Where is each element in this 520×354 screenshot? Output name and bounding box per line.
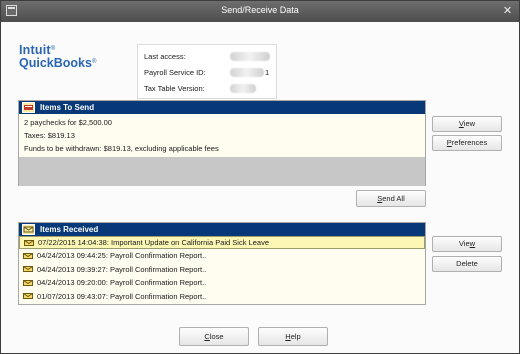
last-access-value bbox=[230, 52, 270, 61]
payroll-service-id-value bbox=[230, 68, 264, 77]
envelope-icon bbox=[23, 279, 33, 286]
items-received-list: 07/22/2015 14:04:38: Important Update on… bbox=[19, 236, 425, 304]
send-line-taxes: Taxes: $819.13 bbox=[24, 131, 75, 140]
account-info-box: Last access: Payroll Service ID: 1 Tax T… bbox=[137, 44, 277, 99]
received-row[interactable]: 04/24/2013 09:44:25: Payroll Confirmatio… bbox=[19, 249, 425, 262]
preferences-button[interactable]: Preferences bbox=[432, 135, 502, 151]
delete-button[interactable]: Delete bbox=[432, 256, 502, 272]
items-to-send-empty-area bbox=[19, 157, 425, 186]
tax-table-version-value bbox=[230, 84, 256, 93]
help-label: elp bbox=[290, 332, 301, 341]
items-to-send-title: Items To Send bbox=[40, 103, 95, 112]
items-received-panel: Items Received 07/22/2015 14:04:38: Impo… bbox=[18, 222, 426, 305]
payroll-service-id-row: Payroll Service ID: 1 bbox=[144, 67, 269, 79]
quickbooks-logo: Intuit® QuickBooks® bbox=[19, 44, 96, 70]
payroll-service-id-label: Payroll Service ID: bbox=[144, 68, 206, 77]
envelope-icon bbox=[23, 252, 33, 259]
envelope-icon bbox=[24, 239, 34, 246]
logo-line-1: Intuit bbox=[19, 43, 51, 57]
received-row-text: 07/22/2015 14:04:38: Important Update on… bbox=[38, 238, 269, 247]
received-row[interactable]: 04/24/2013 09:39:27: Payroll Confirmatio… bbox=[19, 263, 425, 276]
send-receive-window: Send/Receive Data ✕ Intuit® QuickBooks® … bbox=[0, 0, 520, 354]
send-all-label: end All bbox=[382, 194, 405, 203]
items-to-send-header: Items To Send bbox=[19, 101, 425, 114]
send-all-button[interactable]: Send All bbox=[356, 190, 426, 207]
send-line-funds: Funds to be withdrawn: $819.13, excludin… bbox=[24, 144, 219, 153]
received-row-text: 04/24/2013 09:39:27: Payroll Confirmatio… bbox=[37, 264, 207, 274]
view-send-label: iew bbox=[463, 119, 476, 128]
received-row-selected[interactable]: 07/22/2015 14:04:38: Important Update on… bbox=[19, 236, 425, 250]
envelope-icon bbox=[23, 266, 33, 273]
logo-line-2: QuickBooks bbox=[19, 56, 92, 70]
logo-mark-2: ® bbox=[91, 59, 97, 65]
view-send-button[interactable]: View bbox=[432, 116, 502, 132]
received-row[interactable]: 04/24/2013 09:20:00: Payroll Confirmatio… bbox=[19, 276, 425, 289]
outbox-icon bbox=[22, 102, 35, 113]
tax-table-version-label: Tax Table Version: bbox=[144, 84, 205, 93]
title-bar[interactable]: Send/Receive Data ✕ bbox=[1, 1, 519, 22]
last-access-row: Last access: bbox=[144, 51, 270, 63]
envelope-icon bbox=[23, 293, 33, 300]
received-row-text: 01/07/2013 09:43:07: Payroll Confirmatio… bbox=[37, 291, 207, 301]
received-row-text: 04/24/2013 09:20:00: Payroll Confirmatio… bbox=[37, 278, 207, 288]
window-title: Send/Receive Data bbox=[221, 5, 299, 15]
received-row[interactable]: 01/07/2013 09:43:07: Payroll Confirmatio… bbox=[19, 290, 425, 303]
payroll-service-id-suffix: 1 bbox=[265, 68, 270, 77]
last-access-label: Last access: bbox=[144, 52, 186, 61]
view-received-label: Vie bbox=[458, 239, 470, 248]
preferences-label: references bbox=[451, 138, 488, 147]
close-label: lose bbox=[209, 332, 224, 341]
items-to-send-list: 2 paychecks for $2,500.00 Taxes: $819.13… bbox=[19, 114, 425, 157]
inbox-icon bbox=[22, 224, 35, 235]
view-received-accel: w bbox=[469, 239, 476, 248]
send-line-paychecks: 2 paychecks for $2,500.00 bbox=[24, 118, 112, 127]
help-button[interactable]: Help bbox=[258, 327, 328, 346]
view-received-button[interactable]: View bbox=[432, 236, 502, 252]
items-received-title: Items Received bbox=[40, 225, 99, 234]
logo-mark: ® bbox=[50, 46, 56, 52]
items-received-header: Items Received bbox=[19, 223, 425, 236]
received-row-text: 04/24/2013 09:44:25: Payroll Confirmatio… bbox=[37, 251, 207, 261]
items-to-send-panel: Items To Send 2 paychecks for $2,500.00 … bbox=[18, 100, 426, 186]
tax-table-version-row: Tax Table Version: bbox=[144, 83, 256, 95]
close-button[interactable]: Close bbox=[179, 327, 249, 346]
close-icon[interactable]: ✕ bbox=[499, 3, 516, 19]
